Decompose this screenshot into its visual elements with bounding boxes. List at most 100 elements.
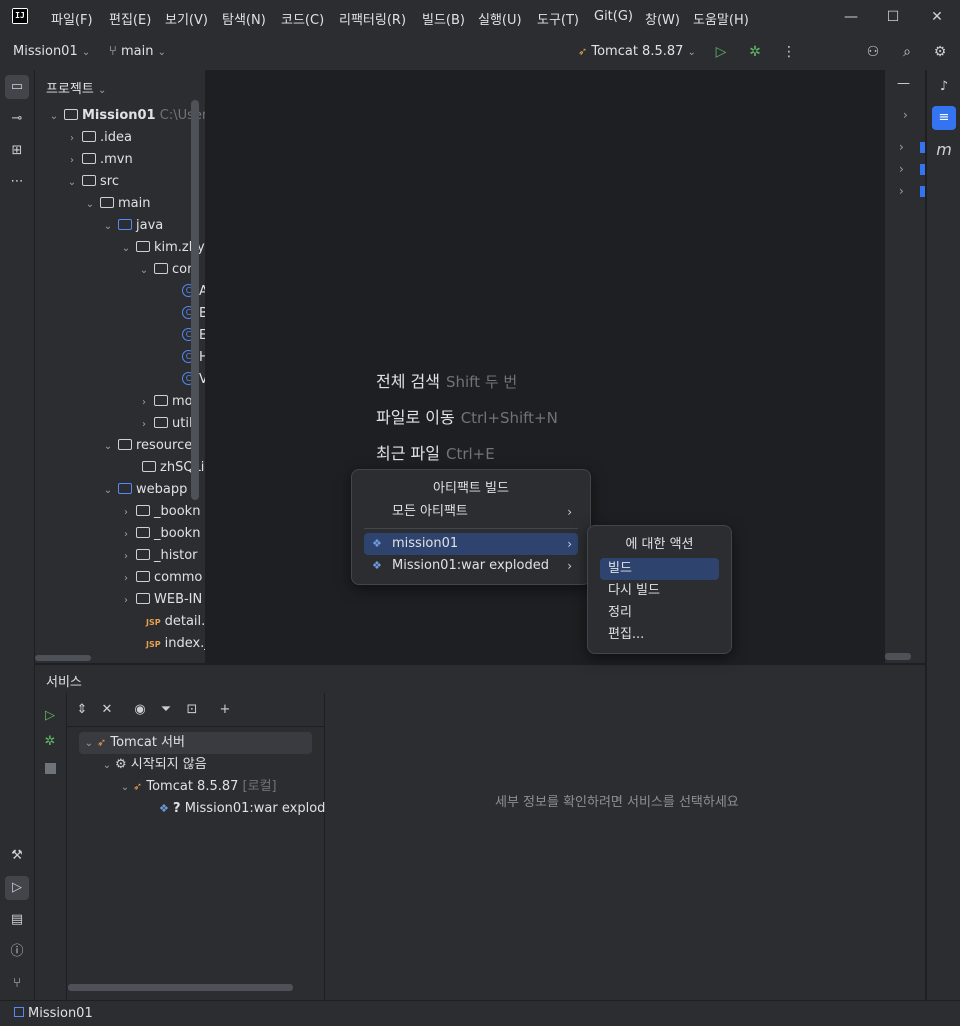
folder-icon bbox=[136, 505, 150, 516]
search-icon[interactable]: ⌕ bbox=[897, 42, 917, 62]
tree-label: commo bbox=[154, 570, 203, 585]
menu-refactor[interactable]: 리팩터링(R) bbox=[339, 9, 406, 28]
tree-row-java[interactable]: ⌄ java bbox=[100, 215, 163, 237]
project-selector[interactable]: Mission01 ⌄ bbox=[13, 44, 90, 59]
tree-label: .idea bbox=[100, 130, 132, 145]
tree-row-util[interactable]: › util bbox=[136, 413, 193, 435]
divider bbox=[67, 726, 324, 727]
maximize-icon[interactable]: ☐ bbox=[882, 6, 904, 28]
tree-row-main[interactable]: ⌄ main bbox=[82, 193, 151, 215]
menu-view[interactable]: 보기(V) bbox=[165, 9, 208, 28]
menu-build[interactable]: 빌드(B) bbox=[422, 9, 465, 28]
chevron-right-icon[interactable]: › bbox=[899, 162, 904, 176]
tree-row-src[interactable]: ⌄ src bbox=[64, 171, 119, 193]
project-vertical-scrollbar[interactable] bbox=[191, 100, 199, 500]
project-folder-icon[interactable]: ▭ bbox=[5, 75, 29, 99]
artifact-item-war-exploded[interactable]: ❖ Mission01:war exploded › bbox=[364, 555, 578, 577]
chevron-right-icon[interactable]: › bbox=[899, 140, 904, 154]
divider bbox=[364, 528, 578, 529]
commit-icon[interactable]: ⊸ bbox=[5, 107, 29, 131]
expand-all-icon[interactable]: ⇕ bbox=[73, 701, 91, 719]
left-tool-strip: ▭ ⊸ ⊞ ⋯ ⚒ ▷ ▤ ⓘ ⑂ bbox=[0, 70, 35, 1000]
project-panel-title: 프로젝트 bbox=[46, 82, 94, 97]
debug-icon[interactable]: ✲ bbox=[745, 42, 765, 62]
tree-row-idea[interactable]: › .idea bbox=[64, 127, 132, 149]
collapse-all-icon[interactable]: ✕ bbox=[98, 701, 116, 719]
services-tree-scrollbar[interactable] bbox=[68, 984, 293, 991]
intellij-logo-icon[interactable] bbox=[12, 8, 28, 24]
tree-row-folder[interactable]: › _histor bbox=[118, 545, 198, 567]
menu-help[interactable]: 도움말(H) bbox=[693, 9, 749, 28]
item-label: 정리 bbox=[608, 605, 632, 620]
new-group-icon[interactable]: ⊡ bbox=[183, 701, 201, 719]
tree-row-con[interactable]: ⌄ con bbox=[136, 259, 196, 281]
more-icon[interactable]: ⋮ bbox=[779, 42, 799, 62]
run-config-selector[interactable]: ➶ Tomcat 8.5.87 ⌄ bbox=[578, 44, 696, 59]
menu-navigate[interactable]: 탐색(N) bbox=[222, 9, 266, 28]
settings-gear-icon[interactable]: ⚙ bbox=[930, 42, 950, 62]
status-breadcrumb[interactable]: Mission01 bbox=[14, 1006, 93, 1021]
debug-icon[interactable]: ✲ bbox=[41, 733, 59, 751]
chevron-right-icon: › bbox=[567, 559, 572, 573]
run-icon[interactable]: ▷ bbox=[41, 707, 59, 725]
tree-row-root[interactable]: ⌄Mission01 C:\Users bbox=[46, 105, 205, 127]
chevron-right-icon[interactable]: › bbox=[903, 108, 908, 122]
tree-row-jsp[interactable]: JSPindex.js bbox=[144, 633, 205, 655]
tree-row-tomcat-server[interactable]: ⌄ ➶ Tomcat 서버 bbox=[81, 732, 185, 754]
build-hammer-icon[interactable]: ⚒ bbox=[5, 844, 29, 868]
chevron-down-icon: ⌄ bbox=[121, 243, 131, 254]
add-service-icon[interactable]: + bbox=[216, 701, 234, 719]
tree-row-tomcat-instance[interactable]: ⌄ ➶ Tomcat 8.5.87 [로컬] bbox=[117, 776, 277, 798]
project-horizontal-scrollbar[interactable] bbox=[35, 655, 91, 661]
tree-row-jsp[interactable]: JSPdetail.js bbox=[144, 611, 205, 633]
action-clean[interactable]: 정리 bbox=[600, 602, 719, 624]
run-icon[interactable]: ▷ bbox=[711, 42, 731, 62]
artifact-item-mission01[interactable]: ❖ mission01 › bbox=[364, 533, 578, 555]
menu-run[interactable]: 실행(U) bbox=[478, 9, 522, 28]
menu-file[interactable]: 파일(F) bbox=[51, 9, 93, 28]
menu-window[interactable]: 창(W) bbox=[645, 9, 680, 28]
tree-row-webapp[interactable]: ⌄ webapp bbox=[100, 479, 188, 501]
filter-icon[interactable]: ⏷ bbox=[157, 701, 175, 719]
problems-icon[interactable]: ⓘ bbox=[5, 940, 29, 964]
menu-git[interactable]: Git(G) bbox=[594, 9, 633, 24]
close-icon[interactable]: ✕ bbox=[926, 6, 948, 28]
tree-row-folder[interactable]: › commo bbox=[118, 567, 202, 589]
menu-code[interactable]: 코드(C) bbox=[281, 9, 324, 28]
git-icon[interactable]: ⑂ bbox=[5, 972, 29, 996]
services-icon[interactable]: ▷ bbox=[5, 876, 29, 900]
all-artifacts-item[interactable]: 모든 아티팩트 › bbox=[364, 501, 578, 523]
tree-row-not-started[interactable]: ⌄ ⚙ 시작되지 않음 bbox=[99, 754, 207, 776]
action-edit[interactable]: 편집... bbox=[600, 624, 719, 646]
resources-folder-icon bbox=[118, 439, 132, 450]
right-panel-scrollbar[interactable] bbox=[885, 653, 911, 660]
tree-row-resources[interactable]: ⌄ resources bbox=[100, 435, 199, 457]
tree-label: B bbox=[199, 306, 205, 321]
tree-row-folder[interactable]: › WEB-IN bbox=[118, 589, 202, 611]
notifications-bell-icon[interactable]: ♪ bbox=[932, 75, 956, 99]
stop-icon[interactable] bbox=[45, 763, 56, 774]
minimize-panel-icon[interactable]: — bbox=[897, 76, 910, 91]
menu-tools[interactable]: 도구(T) bbox=[537, 9, 579, 28]
menu-edit[interactable]: 편집(E) bbox=[109, 9, 151, 28]
terminal-icon[interactable]: ▤ bbox=[5, 908, 29, 932]
tree-row-folder[interactable]: › _bookn bbox=[118, 501, 200, 523]
maven-icon[interactable]: m bbox=[932, 138, 956, 162]
eye-icon[interactable]: ◉ bbox=[131, 701, 149, 719]
minimize-icon[interactable]: — bbox=[840, 6, 862, 28]
tree-row-artifact[interactable]: ❖ ? Mission01:war explod bbox=[159, 798, 325, 820]
tree-label: detail.js bbox=[164, 614, 205, 629]
chevron-right-icon[interactable]: › bbox=[899, 184, 904, 198]
account-icon[interactable]: ⚇ bbox=[863, 42, 883, 62]
structure-icon[interactable]: ⊞ bbox=[5, 139, 29, 163]
project-panel-header[interactable]: 프로젝트 ⌄ bbox=[46, 78, 106, 97]
action-build[interactable]: 빌드 bbox=[600, 558, 719, 580]
action-rebuild[interactable]: 다시 빌드 bbox=[600, 580, 719, 602]
branch-selector[interactable]: ⑂ main ⌄ bbox=[109, 44, 166, 59]
more-tools-icon[interactable]: ⋯ bbox=[5, 170, 29, 194]
chevron-down-icon: ⌄ bbox=[84, 738, 94, 749]
hint-go-to-file: 파일로 이동 Ctrl+Shift+N bbox=[376, 404, 558, 428]
tree-row-folder[interactable]: › _bookn bbox=[118, 523, 200, 545]
database-icon[interactable]: ≡ bbox=[932, 106, 956, 130]
tree-row-mvn[interactable]: › .mvn bbox=[64, 149, 133, 171]
